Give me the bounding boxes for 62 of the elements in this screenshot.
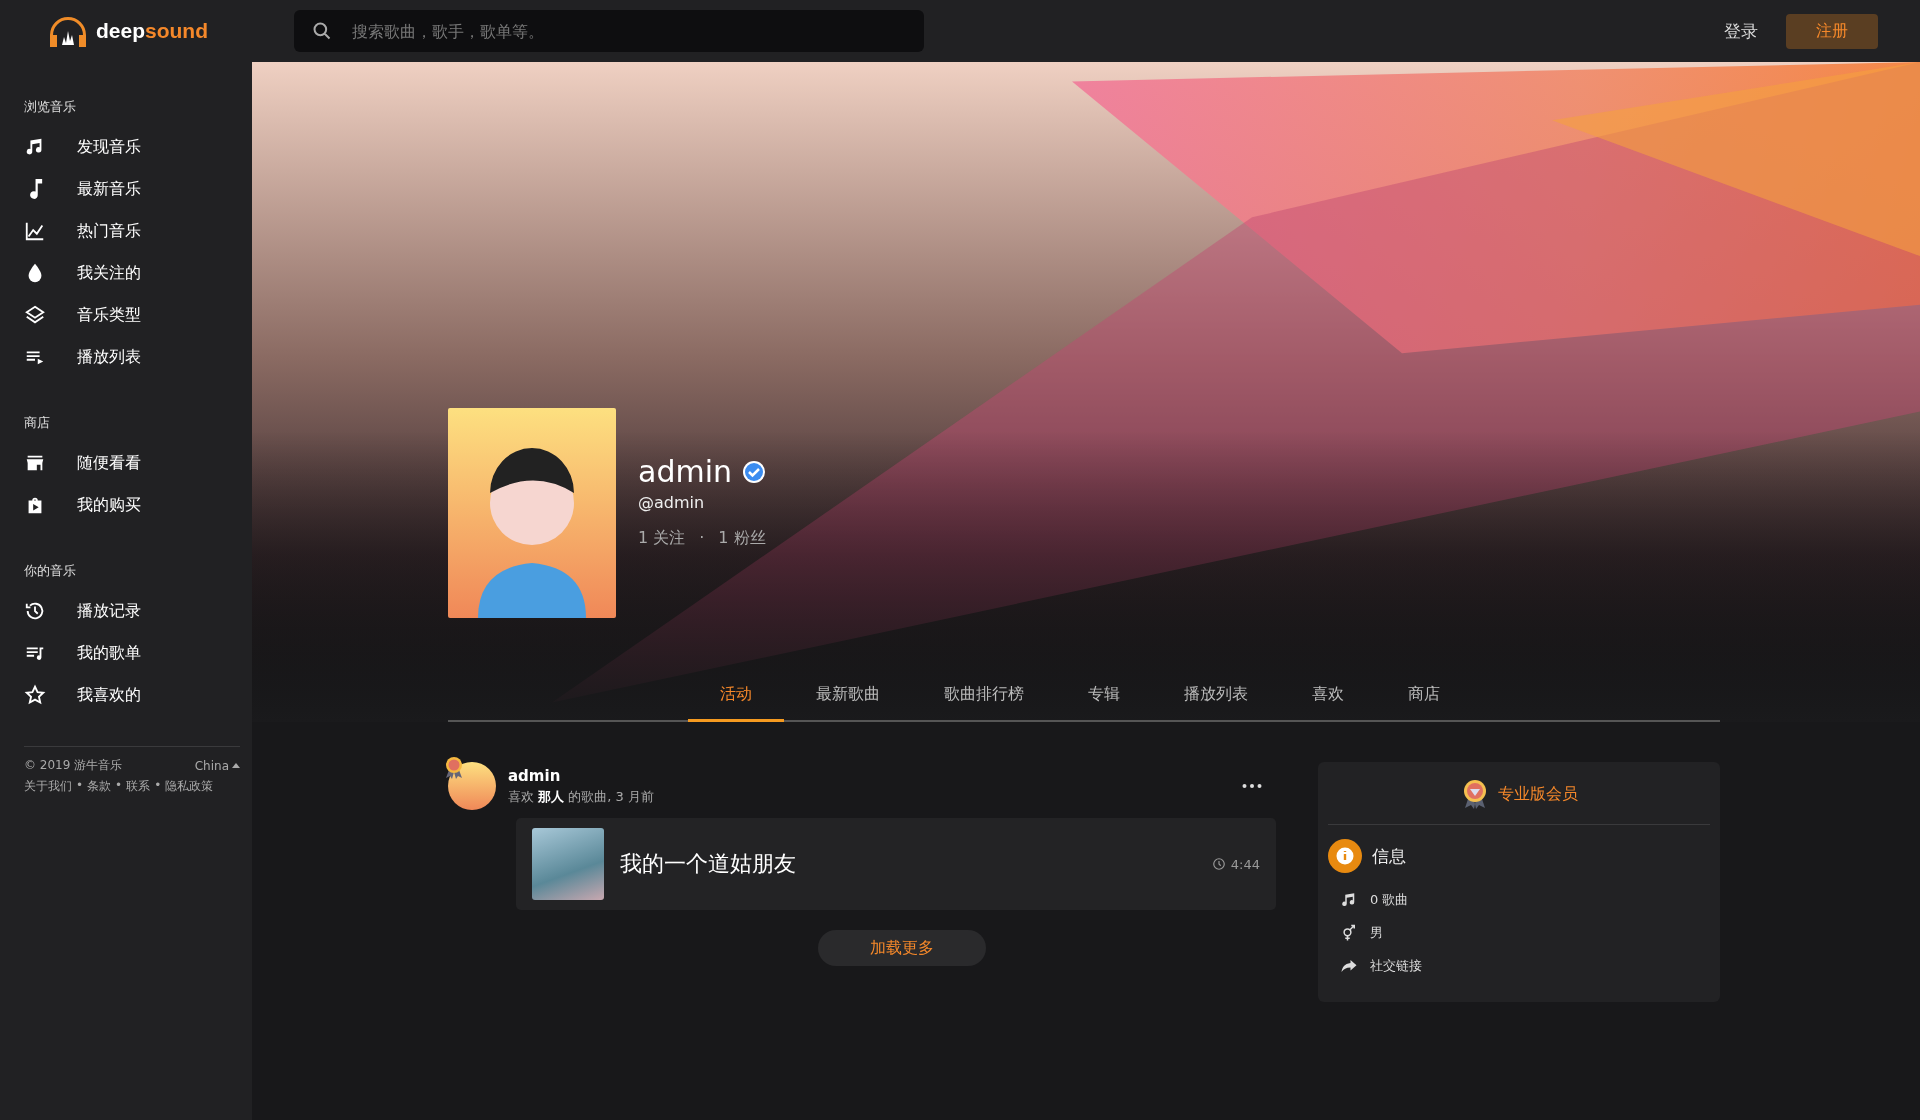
info-row-text: 0 歌曲 — [1370, 890, 1409, 909]
info-row-text: 男 — [1370, 923, 1383, 942]
brand-name[interactable]: deepsound — [96, 19, 208, 43]
section-heading: 浏览音乐 — [24, 98, 77, 116]
history-icon — [24, 600, 46, 622]
separator-dot: • — [115, 778, 123, 794]
sidebar-item[interactable]: 我关注的 — [24, 252, 141, 294]
followers-count[interactable]: 1 粉丝 — [718, 528, 766, 549]
sidebar-item[interactable]: 我的购买 — [24, 484, 141, 526]
layers-icon — [24, 304, 46, 326]
profile-tab[interactable]: 专辑 — [1056, 676, 1152, 722]
profile-tab[interactable]: 喜欢 — [1280, 676, 1376, 722]
separator-dot: • — [154, 778, 162, 794]
sidebar-item[interactable]: 我的歌单 — [24, 632, 141, 674]
footer-link[interactable]: 条款 — [87, 778, 112, 795]
profile-handle: @admin — [638, 493, 706, 512]
search-field[interactable]: 搜索歌曲，歌手，歌单等。 — [294, 10, 924, 52]
sidebar-item[interactable]: 热门音乐 — [24, 210, 141, 252]
song-duration: 4:44 — [1230, 856, 1260, 872]
sidebar-item[interactable]: 随便看看 — [24, 442, 141, 484]
separator-dot: · — [699, 528, 705, 549]
medal-icon — [444, 756, 464, 780]
info-icon — [1328, 839, 1362, 873]
profile-tab[interactable]: 活动 — [688, 676, 784, 722]
language-selector[interactable]: China — [194, 757, 240, 774]
sidebar-item[interactable]: 播放列表 — [24, 336, 141, 378]
song-card[interactable]: 我的一个道姑朋友 4:44 — [516, 818, 1276, 910]
load-more-button[interactable]: 加载更多 — [818, 930, 986, 966]
sidebar-item[interactable]: 最新音乐 — [24, 168, 141, 210]
star-icon — [24, 684, 46, 706]
login-button[interactable]: 登录 — [1718, 18, 1764, 44]
caret-icon — [232, 763, 240, 768]
separator-dot: • — [76, 778, 84, 794]
activity-username[interactable]: admin — [508, 766, 1230, 785]
profile-tab[interactable]: 播放列表 — [1152, 676, 1280, 722]
gender-icon — [1340, 923, 1358, 942]
footer-link[interactable]: 关于我们 — [24, 778, 72, 795]
membership-label: 专业版会员 — [1498, 783, 1578, 805]
info-section-title: 信息 — [1372, 844, 1406, 868]
song-title: 我的一个道姑朋友 — [620, 850, 797, 878]
section-heading: 商店 — [24, 414, 51, 432]
profile-tab[interactable]: 最新歌曲 — [784, 676, 912, 722]
copyright-text: © 2019 游牛音乐 — [24, 757, 123, 774]
activity-description: 喜欢 那人 的歌曲, 3 月前 — [508, 787, 655, 806]
profile-tab[interactable]: 商店 — [1376, 676, 1472, 722]
line-chart-icon — [24, 220, 46, 242]
section-heading: 你的音乐 — [24, 562, 77, 580]
photo-placeholder — [532, 828, 604, 900]
footer-link[interactable]: 隐私政策 — [165, 778, 214, 795]
sidebar-item[interactable]: 播放记录 — [24, 590, 141, 632]
footer-link[interactable]: 联系 — [126, 778, 151, 795]
info-row-text: 社交链接 — [1370, 956, 1422, 975]
sidebar-item[interactable]: 我喜欢的 — [24, 674, 141, 716]
following-count[interactable]: 1 关注 — [638, 528, 686, 549]
profile-tab[interactable]: 歌曲排行榜 — [912, 676, 1056, 722]
sidebar-item[interactable]: 发现音乐 — [24, 126, 141, 168]
profile-name: admin — [638, 454, 732, 489]
clock-icon — [1211, 857, 1226, 871]
register-button[interactable]: 注册 — [1786, 13, 1878, 49]
sidebar-item[interactable]: 音乐类型 — [24, 294, 141, 336]
more-options-icon[interactable] — [1242, 783, 1262, 789]
user-avatar[interactable] — [448, 762, 496, 810]
